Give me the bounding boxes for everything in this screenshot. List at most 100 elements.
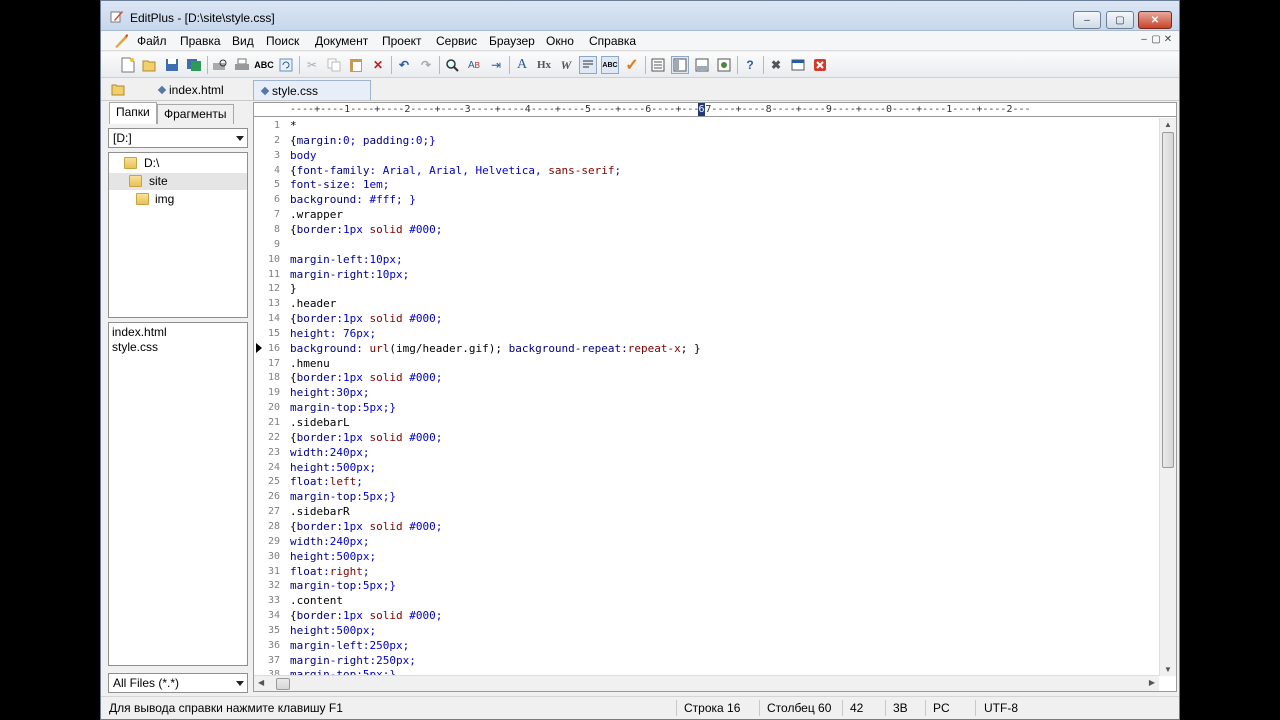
close-file-icon[interactable] [811, 56, 829, 74]
file-item-index-html[interactable]: index.html [112, 325, 167, 340]
code-line[interactable]: margin-left:10px; [290, 252, 403, 267]
print-preview-icon[interactable] [211, 56, 229, 74]
code-line[interactable]: height: 76px; [290, 326, 376, 341]
directory-icon[interactable] [671, 56, 689, 74]
drive-select[interactable]: [D:] [108, 128, 248, 148]
menu-view[interactable]: Вид [232, 34, 254, 48]
document-menu-icon[interactable] [113, 33, 129, 49]
code-line[interactable]: margin-right:250px; [290, 653, 416, 668]
code-line[interactable]: body [290, 148, 317, 163]
menu-search[interactable]: Поиск [266, 34, 299, 48]
code-line[interactable]: height:500px; [290, 549, 376, 564]
code-line[interactable]: {font-family: Arial, Arial, Helvetica, s… [290, 163, 621, 178]
print-icon[interactable] [233, 56, 251, 74]
code-line[interactable]: height:500px; [290, 460, 376, 475]
code-line[interactable]: margin-left:250px; [290, 638, 409, 653]
copy-icon[interactable] [325, 56, 343, 74]
hex-icon[interactable]: Hx [535, 56, 553, 74]
code-line[interactable]: .header [290, 296, 336, 311]
folder-item-d[interactable]: D:\ [109, 155, 247, 172]
folder-item-site[interactable]: site [109, 173, 247, 190]
open-icon[interactable] [141, 56, 159, 74]
vertical-scroll-thumb[interactable] [1162, 132, 1174, 468]
chevron-down-icon[interactable] [236, 136, 244, 141]
code-line[interactable]: background: #fff; } [290, 192, 416, 207]
code-line[interactable]: background: url(img/header.gif); backgro… [290, 341, 701, 356]
menu-browser[interactable]: Браузер [489, 34, 535, 48]
cliptext-icon[interactable] [649, 56, 667, 74]
code-line[interactable]: font-size: 1em; [290, 177, 389, 192]
code-line[interactable]: {margin:0; padding:0;} [290, 133, 436, 148]
new-file-icon[interactable] [119, 56, 137, 74]
code-line[interactable]: {border:1px solid #000; [290, 608, 442, 623]
code-line[interactable]: {border:1px solid #000; [290, 311, 442, 326]
code-line[interactable]: float:right; [290, 564, 370, 579]
code-line[interactable]: height:500px; [290, 623, 376, 638]
code-line[interactable]: width:240px; [290, 534, 369, 549]
save-all-icon[interactable] [185, 56, 203, 74]
maximize-button[interactable]: ▢ [1106, 11, 1134, 29]
horizontal-scroll-thumb[interactable] [276, 678, 290, 690]
menu-file[interactable]: Файл [137, 34, 167, 48]
goto-icon[interactable]: ⇥ [487, 56, 505, 74]
mdi-close-button[interactable]: ✕ [1160, 34, 1176, 48]
scroll-left-icon[interactable]: ◀ [258, 678, 264, 687]
code-line[interactable]: } [290, 281, 297, 296]
help-icon[interactable]: ? [741, 56, 759, 74]
abc-icon[interactable]: ABC [601, 56, 619, 74]
code-line[interactable]: .content [290, 593, 343, 608]
refresh-icon[interactable] [277, 56, 295, 74]
code-line[interactable]: {border:1px solid #000; [290, 222, 442, 237]
output-icon[interactable] [693, 56, 711, 74]
tools-icon[interactable]: ✖ [767, 56, 785, 74]
tab-style-css[interactable]: style.css [253, 80, 371, 100]
undo-icon[interactable]: ↶ [395, 56, 413, 74]
file-filter-select[interactable]: All Files (*.*) [108, 673, 248, 693]
tab-folders[interactable]: Папки [109, 102, 157, 124]
code-line[interactable]: {border:1px solid #000; [290, 430, 442, 445]
chevron-down-icon[interactable] [236, 681, 244, 686]
scroll-down-icon[interactable]: ▼ [1164, 665, 1172, 674]
browser-icon[interactable] [715, 56, 733, 74]
vertical-scrollbar[interactable]: ▲ ▼ [1159, 118, 1176, 676]
code-line[interactable]: margin-right:10px; [290, 267, 409, 282]
menu-edit[interactable]: Правка [180, 34, 221, 48]
code-line[interactable]: * [290, 118, 297, 133]
redo-icon[interactable]: ↷ [417, 56, 435, 74]
file-item-style-css[interactable]: style.css [112, 340, 158, 355]
scroll-up-icon[interactable]: ▲ [1164, 120, 1172, 129]
menu-window[interactable]: Окно [546, 34, 574, 48]
code-line[interactable]: float:left; [290, 474, 363, 489]
code-line[interactable]: margin-top:5px;} [290, 578, 396, 593]
code-line[interactable]: width:240px; [290, 445, 369, 460]
code-line[interactable]: .wrapper [290, 207, 343, 222]
minimize-button[interactable]: – [1073, 11, 1101, 29]
horizontal-scrollbar[interactable]: ◀ ▶ [254, 675, 1159, 691]
cut-icon[interactable]: ✂ [303, 56, 321, 74]
paste-icon[interactable] [347, 56, 365, 74]
code-line[interactable]: {border:1px solid #000; [290, 370, 442, 385]
code-line[interactable]: height:30px; [290, 385, 370, 400]
word-wrap-icon[interactable]: W [557, 56, 575, 74]
code-line[interactable]: .sidebarR [290, 504, 350, 519]
window-icon[interactable] [789, 56, 807, 74]
title-bar[interactable]: EditPlus - [D:\site\style.css] – ▢ ✕ [101, 1, 1179, 31]
folder-item-img[interactable]: img [109, 191, 247, 208]
check-icon[interactable]: ✓ [623, 56, 641, 74]
menu-document[interactable]: Документ [315, 34, 368, 48]
code-editor[interactable]: ----+----1----+----2----+----3----+----4… [253, 102, 1177, 692]
menu-project[interactable]: Проект [382, 34, 422, 48]
code-line[interactable]: {border:1px solid #000; [290, 519, 442, 534]
find-icon[interactable] [443, 56, 461, 74]
replace-icon[interactable]: AB [465, 56, 483, 74]
tab-fragments[interactable]: Фрагменты [157, 104, 234, 124]
code-line[interactable]: .sidebarL [290, 415, 350, 430]
code-line[interactable]: margin-top:5px;} [290, 400, 396, 415]
save-icon[interactable] [163, 56, 181, 74]
scroll-right-icon[interactable]: ▶ [1149, 678, 1155, 687]
close-button[interactable]: ✕ [1138, 11, 1172, 29]
delete-icon[interactable]: ✕ [369, 56, 387, 74]
wrap-icon[interactable] [579, 56, 597, 74]
code-line[interactable]: margin-top:5px;} [290, 489, 396, 504]
code-line[interactable]: .hmenu [290, 356, 330, 371]
